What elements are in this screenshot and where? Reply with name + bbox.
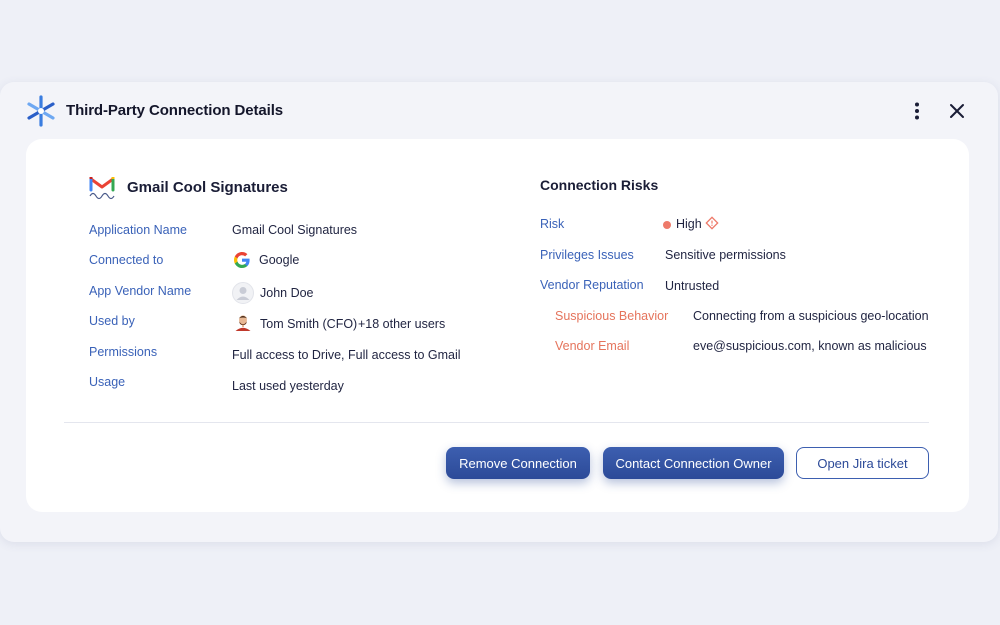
label-risk: Risk — [540, 217, 565, 231]
value-connected-to: Google — [259, 253, 300, 267]
details-card: Gmail Cool Signatures Application Name G… — [26, 139, 969, 512]
label-usage: Usage — [89, 375, 126, 389]
divider — [64, 422, 929, 423]
title-bar: Third-Party Connection Details — [0, 82, 998, 140]
value-other-users: +18 other users — [358, 317, 446, 331]
value-privileges-issues: Sensitive permissions — [665, 248, 786, 262]
remove-connection-button[interactable]: Remove Connection — [446, 447, 590, 479]
contact-connection-owner-button[interactable]: Contact Connection Owner — [603, 447, 784, 479]
label-permissions: Permissions — [89, 345, 158, 359]
label-suspicious-behavior: Suspicious Behavior — [555, 309, 669, 323]
gmail-icon — [89, 177, 115, 200]
label-vendor-reputation: Vendor Reputation — [540, 278, 644, 292]
value-application-name: Gmail Cool Signatures — [232, 223, 358, 237]
label-used-by: Used by — [89, 314, 135, 328]
close-icon[interactable] — [946, 100, 968, 122]
label-vendor-email: Vendor Email — [555, 339, 630, 353]
window-title: Third-Party Connection Details — [66, 102, 284, 119]
value-permissions: Full access to Drive, Full access to Gma… — [232, 348, 461, 362]
value-vendor-email: eve@suspicious.com, known as malicious — [693, 339, 927, 353]
connection-risks-title: Connection Risks — [540, 177, 659, 193]
app-name: Gmail Cool Signatures — [127, 179, 288, 196]
value-app-vendor-name: John Doe — [260, 286, 314, 300]
value-vendor-reputation: Untrusted — [665, 279, 720, 293]
more-options-icon[interactable] — [906, 100, 928, 122]
value-used-by: Tom Smith (CFO) — [260, 317, 358, 331]
value-suspicious-behavior: Connecting from a suspicious geo-locatio… — [693, 309, 929, 323]
risk-status-dot — [663, 221, 671, 229]
label-app-vendor-name: App Vendor Name — [89, 284, 192, 298]
app-logo-icon — [27, 95, 55, 127]
user-avatar — [232, 312, 254, 334]
value-risk: High — [676, 217, 702, 231]
label-application-name: Application Name — [89, 223, 187, 237]
warning-diamond-icon — [705, 216, 719, 230]
avatar-placeholder-icon — [232, 282, 254, 304]
connection-details-window: Third-Party Connection Details Gmail Coo… — [0, 82, 998, 542]
open-jira-ticket-button[interactable]: Open Jira ticket — [796, 447, 929, 479]
google-icon — [234, 252, 250, 268]
label-connected-to: Connected to — [89, 253, 164, 267]
label-privileges-issues: Privileges Issues — [540, 248, 634, 262]
value-usage: Last used yesterday — [232, 379, 344, 393]
